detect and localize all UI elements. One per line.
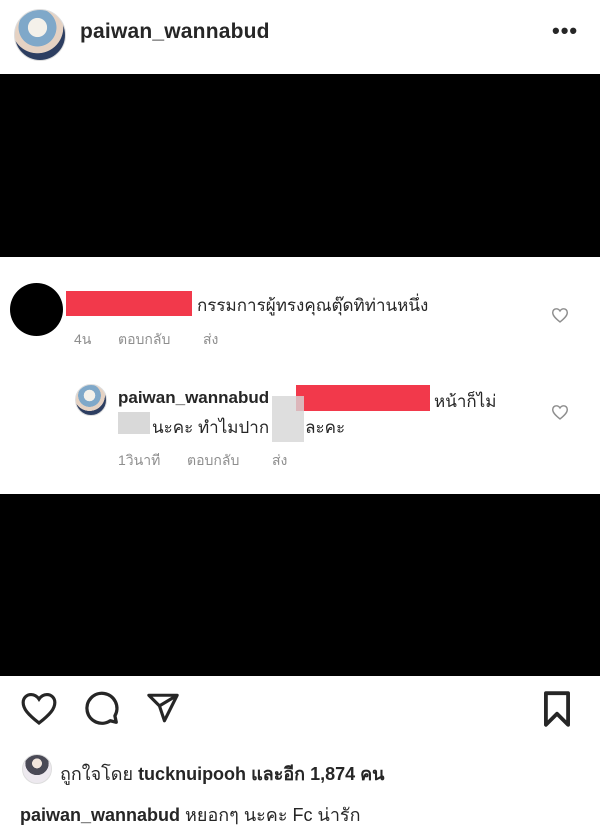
black-band-bottom — [0, 494, 600, 676]
action-bar — [0, 690, 600, 740]
caption-username[interactable]: paiwan_wannabud — [20, 805, 180, 825]
reply-text-line2: นะคะ ทำไมปาก ละคะ — [152, 418, 346, 437]
comment-send-link: ส่ง — [203, 331, 219, 347]
header-username[interactable]: paiwan_wannabud — [80, 20, 270, 44]
redacted-mention — [296, 385, 430, 411]
reply-reply-link: ตอบกลับ — [187, 452, 240, 468]
reply-time: 1วินาที — [118, 452, 161, 468]
reply-avatar — [75, 384, 107, 416]
blurred-word-2 — [272, 396, 304, 442]
comment-time: 4น — [74, 331, 92, 347]
profile-avatar[interactable] — [14, 9, 66, 61]
redacted-username — [66, 291, 192, 316]
comment-icon[interactable] — [84, 690, 120, 726]
heart-icon[interactable] — [20, 690, 58, 726]
post-header: paiwan_wannabud ••• — [0, 0, 600, 74]
liker-username: tucknuipooh — [138, 764, 247, 784]
post-caption: paiwan_wannabud หยอกๆ นะคะ Fc น่ารัก — [20, 800, 361, 829]
likes-count: และอีก 1,874 คน — [251, 764, 385, 784]
reply-text-line1: หน้าก็ไม่ — [434, 392, 497, 411]
blurred-word-1 — [118, 412, 150, 434]
caption-text: หยอกๆ นะคะ Fc น่ารัก — [185, 805, 361, 825]
share-icon[interactable] — [146, 690, 180, 726]
commenter-avatar — [10, 283, 63, 336]
reply-heart-icon — [551, 405, 569, 420]
bookmark-icon[interactable] — [540, 690, 574, 728]
reply-send-link: ส่ง — [272, 452, 288, 468]
comment-heart-icon — [551, 308, 569, 323]
likes-text[interactable]: ถูกใจโดย tucknuipooh และอีก 1,874 คน — [60, 759, 384, 788]
reply-username: paiwan_wannabud — [118, 388, 270, 407]
more-options-icon[interactable]: ••• — [552, 18, 578, 44]
post-image: กรรมการผู้ทรงคุณตุ๊ดทิท่านหนึ่ง 4น ตอบกล… — [0, 74, 600, 676]
likes-row: ถูกใจโดย tucknuipooh และอีก 1,874 คน — [0, 752, 600, 786]
comment-text: กรรมการผู้ทรงคุณตุ๊ดทิท่านหนึ่ง — [197, 296, 429, 315]
black-band-top — [0, 74, 600, 257]
liker-avatar[interactable] — [22, 754, 52, 784]
comment-reply-link: ตอบกลับ — [118, 331, 171, 347]
